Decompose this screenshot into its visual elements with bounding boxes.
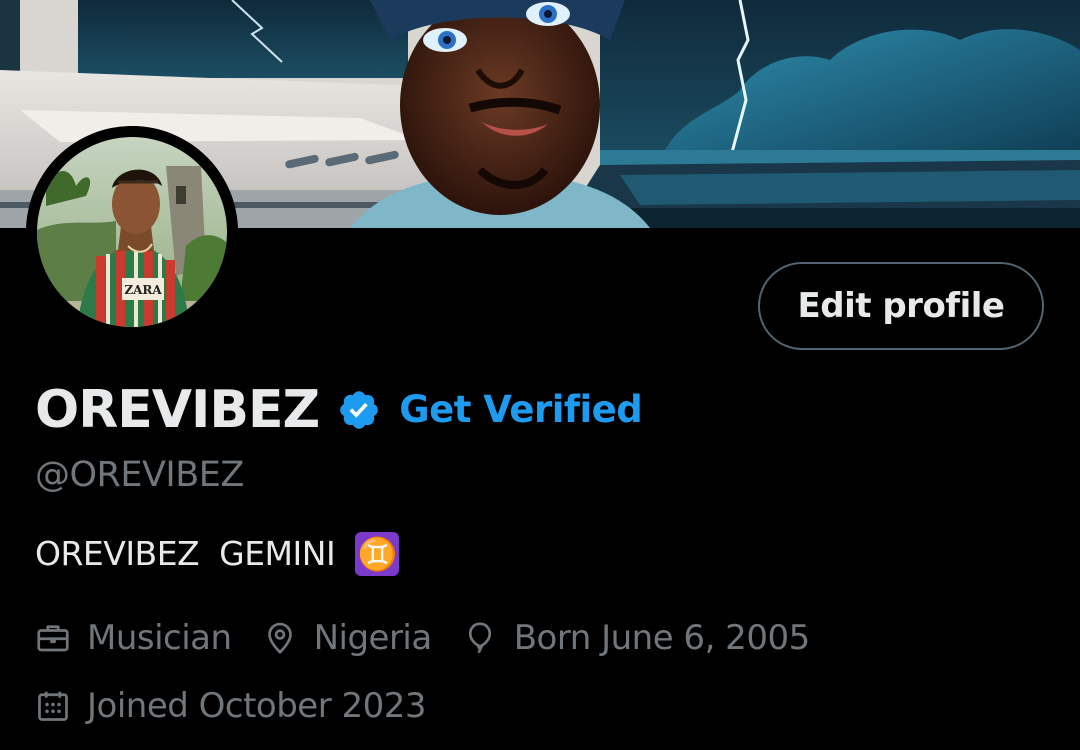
birthday-item: Born June 6, 2005: [462, 615, 810, 661]
gemini-zodiac-emoji: ♊: [355, 532, 400, 576]
user-handle: @OREVIBEZ: [35, 455, 244, 495]
get-verified-link[interactable]: Get Verified: [399, 378, 643, 442]
map-pin-icon: [267, 622, 292, 654]
bio: OREVIBEZ GEMINI ♊: [35, 530, 400, 578]
profile-meta-row: Musician Nigeria Born June 6, 2005: [35, 615, 840, 661]
display-name: OREVIBEZ: [35, 380, 320, 440]
birthday-text: Born June 6, 2005: [513, 618, 811, 658]
verified-badge-icon[interactable]: [337, 388, 381, 432]
calendar-icon: [38, 691, 68, 721]
edit-profile-button[interactable]: Edit profile: [758, 262, 1044, 350]
avatar[interactable]: ZARA: [26, 126, 238, 338]
profile-joined-row: Joined October 2023: [35, 683, 456, 729]
profession-text: Musician: [87, 618, 232, 658]
profession-item: Musician: [35, 615, 232, 661]
profile-name-row: OREVIBEZ Get Verified: [35, 378, 643, 442]
avatar-artwork: ZARA: [26, 126, 238, 338]
location-text: Nigeria: [313, 618, 433, 658]
joined-text: Joined October 2023: [87, 686, 427, 726]
joined-item: Joined October 2023: [35, 683, 427, 729]
avatar-shirt-text: ZARA: [124, 283, 162, 297]
briefcase-icon: [37, 625, 69, 652]
profile-page: ZARA Edit profile OREVIBEZ Get Verified …: [0, 0, 1080, 750]
location-item: Nigeria: [262, 615, 432, 661]
bio-text: OREVIBEZ GEMINI: [35, 534, 346, 573]
balloon-icon: [468, 622, 491, 653]
